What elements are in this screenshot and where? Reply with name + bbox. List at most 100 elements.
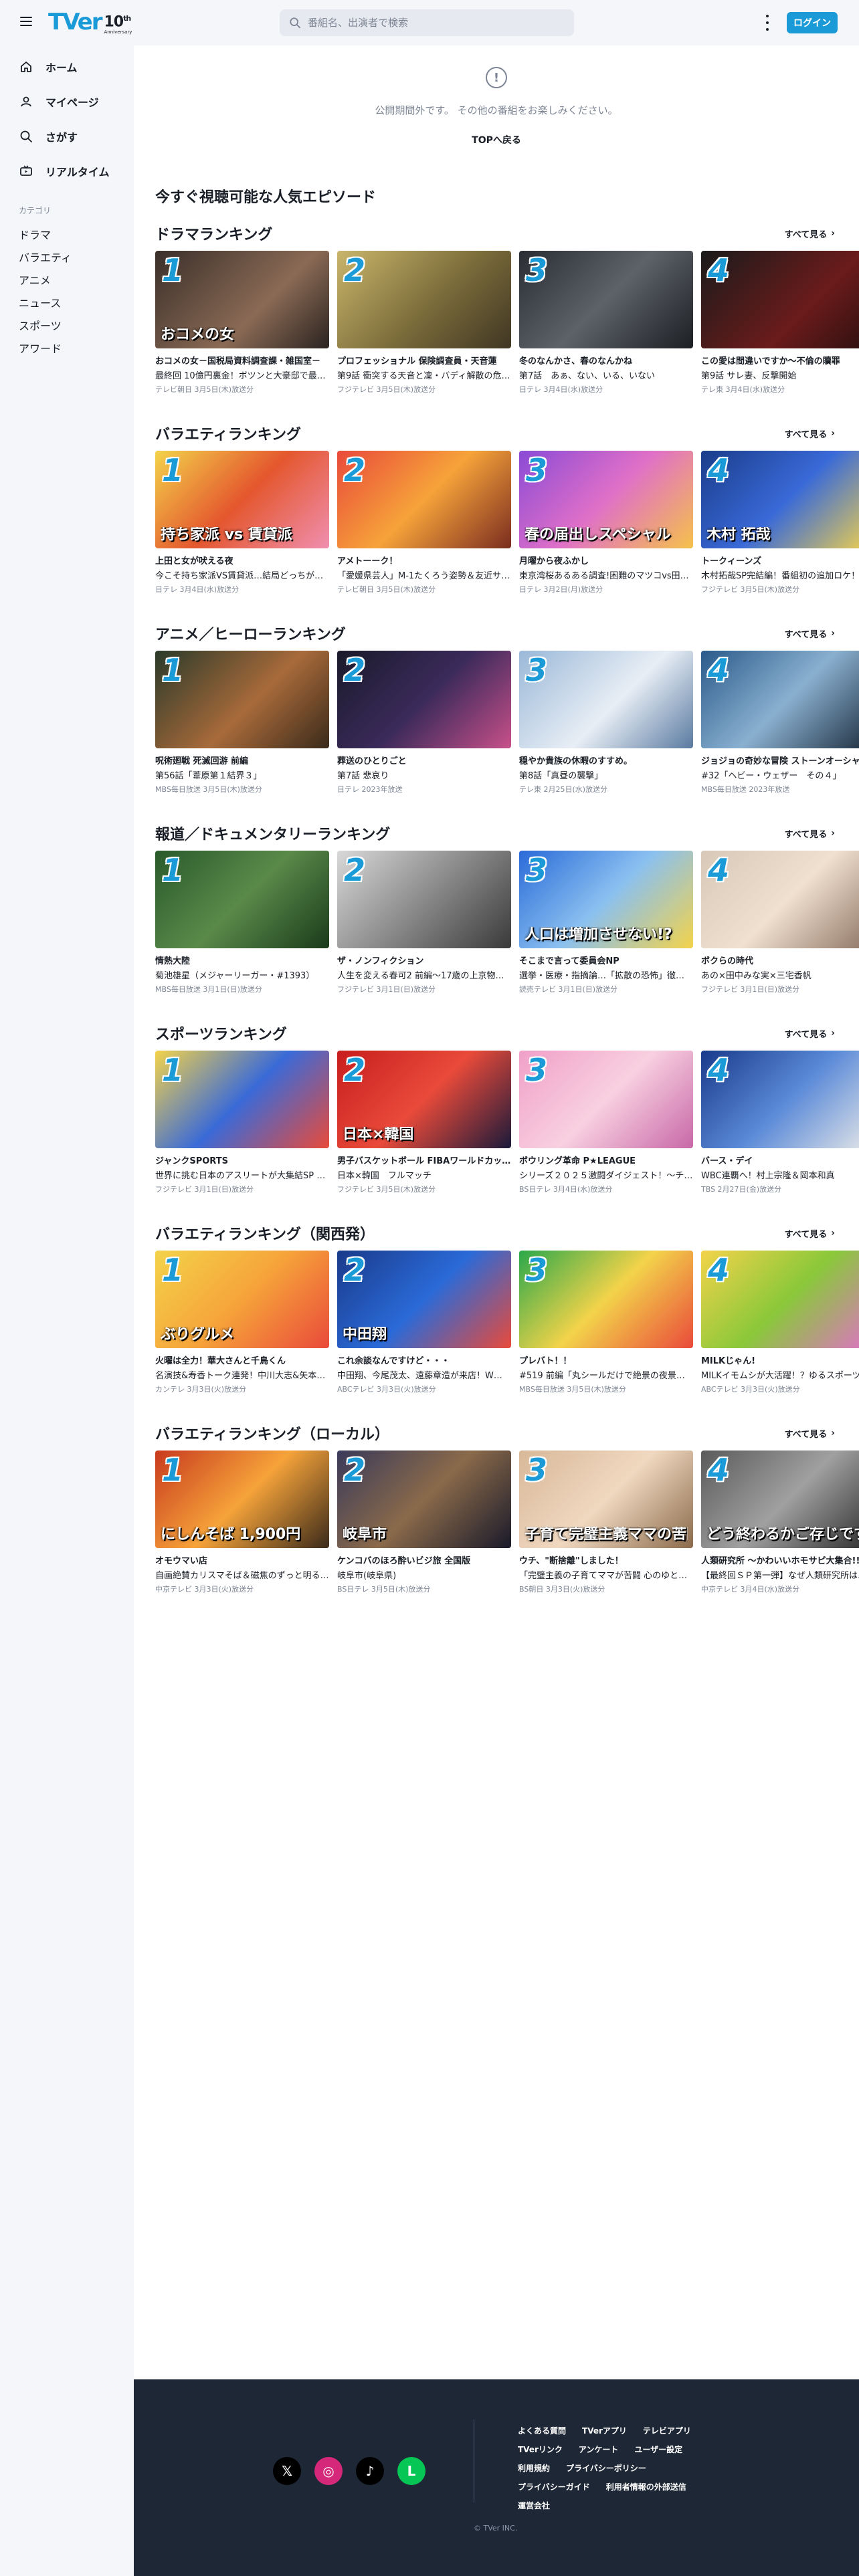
category-item-sports[interactable]: スポーツ xyxy=(0,314,134,336)
episode-card[interactable]: 2 岐阜市 ケンコバのほろ酔いビジ旅 全国版 岐阜市(岐阜県) BS日テレ 3月5日(木… xyxy=(337,1451,511,1594)
episode-card[interactable]: 3 春の届出しスペシャル 月曜から夜ふかし 東京湾桜あるある調査!困難のマツコvs田…… xyxy=(519,451,693,595)
episode-subtitle: #519 前編「丸シールだけで絶景の夜景… xyxy=(519,1371,685,1381)
tiktok-icon[interactable]: ♪ xyxy=(356,2457,384,2485)
ranking-section: バラエティランキング（関西発） すべて見る › 1 ぶりグルメ 火曜は全力！華大さんと千鳥… xyxy=(134,1221,859,1394)
episode-card[interactable]: 2 葬送のひとりごと 第7話 悲哀り 日テレ 2023年放送 xyxy=(337,651,511,794)
menu-icon[interactable] xyxy=(20,17,32,26)
footer-link[interactable]: テレビアプリ xyxy=(643,2425,691,2436)
episode-thumbnail[interactable]: 2 xyxy=(337,251,511,348)
category-item-anime[interactable]: アニメ xyxy=(0,268,134,291)
episode-card[interactable]: 3 穏やか貴族の休暇のすすめ。 第8話「真昼の襲撃」 テレ東 2月25日(水)放送分 xyxy=(519,651,693,794)
episode-card[interactable]: 1 呪術廻戦 死滅回游 前編 第56話「葦原第１結界３」 MBS毎日放送 3月5日(木… xyxy=(155,651,329,794)
episode-card[interactable]: 1 にしんそば 1,900円 オモウマい店 自画絶賛カリスマそば＆磁焦のずっと明る… 中… xyxy=(155,1451,329,1594)
footer-link[interactable]: よくある質問 xyxy=(518,2425,566,2436)
see-all-link[interactable]: すべて見る › xyxy=(785,627,835,640)
episode-thumbnail[interactable]: 4 どう終わるかご存じですか xyxy=(701,1451,859,1548)
episode-meta: TBS 2月27日(金)放送分 xyxy=(701,1185,782,1194)
episode-card[interactable]: 4 木村 拓哉 トークィーンズ 木村拓哉SP完結編！番組初の追加ロケ！… フジテレビ 3… xyxy=(701,451,859,595)
episode-thumbnail[interactable]: 4 xyxy=(701,851,859,948)
see-all-link[interactable]: すべて見る › xyxy=(785,827,835,840)
episode-thumbnail[interactable]: 3 xyxy=(519,1051,693,1148)
tver-logo[interactable]: TVer 10th Anniversary xyxy=(48,9,132,35)
see-all-link[interactable]: すべて見る › xyxy=(785,1027,835,1040)
instagram-icon[interactable]: ◎ xyxy=(314,2457,343,2485)
episode-card[interactable]: 2 中田翔 これ余談なんですけど・・・ 中田翔、今尾茂太、遠藤章造が来店！W… ABCテ… xyxy=(337,1251,511,1394)
episode-card[interactable]: 3 プレバト！！ #519 前編「丸シールだけで絶景の夜景… MBS毎日放送 3月5日… xyxy=(519,1251,693,1394)
episode-thumbnail[interactable]: 4 木村 拓哉 xyxy=(701,451,859,548)
episode-card[interactable]: 4 どう終わるかご存じですか人類研究所 ～かわいいホモサピ大集合!!～ 【最終回ＳＰ… xyxy=(701,1451,859,1594)
see-all-link[interactable]: すべて見る › xyxy=(785,1227,835,1240)
episode-card[interactable]: 3 人口は増加させない!? そこまで言って委員会NP 選挙・医療・指摘論…「拡散の恐怖… xyxy=(519,851,693,994)
episode-card[interactable]: 3 冬のなんかさ、春のなんかね 第7話 あぁ、ない、いる、いない 日テレ 3月4日(水… xyxy=(519,251,693,395)
episode-thumbnail[interactable]: 1 おコメの女 xyxy=(155,251,329,348)
footer-link[interactable]: プライバシーポリシー xyxy=(566,2462,646,2474)
login-button[interactable]: ログイン xyxy=(787,12,838,33)
episode-thumbnail[interactable]: 2 xyxy=(337,851,511,948)
episode-thumbnail[interactable]: 1 ぶりグルメ xyxy=(155,1251,329,1348)
episode-thumbnail[interactable]: 2 日本×韓国 xyxy=(337,1051,511,1148)
footer-link[interactable]: アンケート xyxy=(579,2444,619,2455)
episode-card[interactable]: 2 プロフェッショナル 保険調査員・天音蓮 第9話 衝突する天音と凜・バディ解散の危… xyxy=(337,251,511,395)
episode-card[interactable]: 1 ぶりグルメ 火曜は全力！華大さんと千鳥くん 名演技&寿香トーク連発！中川大志&矢本… xyxy=(155,1251,329,1394)
episode-card[interactable]: 4 ジョジョの奇妙な冒険 ストーンオーシャン #32「ヘビー・ウェザー その４」 MB… xyxy=(701,651,859,794)
back-to-top-link[interactable]: TOPへ戻る xyxy=(472,133,521,146)
footer-link[interactable]: 利用者情報の外部送信 xyxy=(606,2481,686,2492)
rank-number: 1 xyxy=(162,852,184,888)
episode-thumbnail[interactable]: 2 xyxy=(337,451,511,548)
episode-thumbnail[interactable]: 3 人口は増加させない!? xyxy=(519,851,693,948)
episode-card[interactable]: 1 情熱大陸 菊池雄星（メジャーリーガー・#1393） MBS毎日放送 3月1日(日)… xyxy=(155,851,329,994)
x-icon[interactable]: 𝕏 xyxy=(273,2457,301,2485)
episode-thumbnail[interactable]: 1 持ち家派 vs 賃貸派 xyxy=(155,451,329,548)
episode-card[interactable]: 4 MILKじゃん! MILKイモムシが大活躍！？ゆるスポーツ… ABCテレビ 3月3… xyxy=(701,1251,859,1394)
see-all-link[interactable]: すべて見る › xyxy=(785,427,835,440)
more-menu-icon[interactable] xyxy=(763,15,772,31)
footer-link[interactable]: ユーザー設定 xyxy=(634,2444,682,2455)
line-icon[interactable]: L xyxy=(397,2457,425,2485)
sidebar-item-mypage[interactable]: マイページ xyxy=(0,84,134,119)
episode-thumbnail[interactable]: 1 xyxy=(155,651,329,748)
episode-card[interactable]: 3 ボウリング革命 P★LEAGUE シリーズ２０２５激闘ダイジェスト！～チ… BS日… xyxy=(519,1051,693,1194)
see-all-link[interactable]: すべて見る › xyxy=(785,1427,835,1440)
episode-thumbnail[interactable]: 3 xyxy=(519,1251,693,1348)
episode-card[interactable]: 2 ザ・ノンフィクション 人生を変える春可2 前編～17歳の上京物… フジテレビ 3月… xyxy=(337,851,511,994)
episode-thumbnail[interactable]: 2 岐阜市 xyxy=(337,1451,511,1548)
episode-card[interactable]: 1 持ち家派 vs 賃貸派 上田と女が吠える夜 今こそ持ち家派VS賃貸派…結局どっちが… xyxy=(155,451,329,595)
episode-thumbnail[interactable]: 1 xyxy=(155,851,329,948)
search-input[interactable] xyxy=(308,17,562,29)
episode-thumbnail[interactable]: 4 xyxy=(701,1051,859,1148)
episode-thumbnail[interactable]: 2 中田翔 xyxy=(337,1251,511,1348)
episode-card[interactable]: 1 ジャンクSPORTS 世界に挑む日本のアスリートが大集結SP … フジテレビ 3月… xyxy=(155,1051,329,1194)
sidebar-item-realtime[interactable]: リアルタイム xyxy=(0,154,134,189)
sidebar-item-search[interactable]: さがす xyxy=(0,119,134,154)
episode-card[interactable]: 4 バース・デイ WBC連覇へ！村上宗隆＆岡本和真 TBS 2月27日(金)放送分 xyxy=(701,1051,859,1194)
episode-thumbnail[interactable]: 3 xyxy=(519,251,693,348)
episode-card[interactable]: 2 アメトーーク！ 「愛媛県芸人」M-1たくろう姿勢＆友近サ… テレビ朝日 3月5日(… xyxy=(337,451,511,595)
episode-card[interactable]: 1 おコメの女 おコメの女－国税局資料調査課・雑国室－ 最終回 10億円裏金！ボツンと… xyxy=(155,251,329,395)
episode-thumbnail[interactable]: 1 xyxy=(155,1051,329,1148)
category-item-variety[interactable]: バラエティ xyxy=(0,245,134,268)
episode-card[interactable]: 3 子育て完璧主義ママの苦闘 ウチ、"断捨離"しました！ 「完璧主義の子育てママが苦闘… xyxy=(519,1451,693,1594)
category-item-drama[interactable]: ドラマ xyxy=(0,223,134,245)
footer-link[interactable]: 運営会社 xyxy=(518,2500,550,2511)
episode-thumbnail[interactable]: 4 xyxy=(701,1251,859,1348)
footer-link[interactable]: TVerリンク xyxy=(518,2444,563,2455)
episode-thumbnail[interactable]: 3 子育て完璧主義ママの苦闘 xyxy=(519,1451,693,1548)
sidebar-item-home[interactable]: ホーム xyxy=(0,49,134,84)
category-item-award[interactable]: アワード xyxy=(0,336,134,359)
category-item-news[interactable]: ニュース xyxy=(0,291,134,314)
episode-thumbnail[interactable]: 3 春の届出しスペシャル xyxy=(519,451,693,548)
episode-card[interactable]: 4 この愛は間違いですか～不倫の贖罪 第9話 サレ妻、反撃開始 テレ東 3月4日(水)… xyxy=(701,251,859,395)
episode-thumbnail[interactable]: 1 にしんそば 1,900円 xyxy=(155,1451,329,1548)
see-all-link[interactable]: すべて見る › xyxy=(785,227,835,240)
episode-thumbnail[interactable]: 4 xyxy=(701,251,859,348)
footer-link[interactable]: TVerアプリ xyxy=(582,2425,627,2436)
footer-link[interactable]: プライバシーガイド xyxy=(518,2481,590,2492)
footer-link[interactable]: 利用規約 xyxy=(518,2462,550,2474)
episode-card[interactable]: 4 ボクらの時代 あの×田中みな実×三宅香帆 フジテレビ 3月1日(日)放送分 xyxy=(701,851,859,994)
episode-thumbnail[interactable]: 4 xyxy=(701,651,859,748)
episode-thumbnail[interactable]: 3 xyxy=(519,651,693,748)
anniversary-label: Anniversary xyxy=(104,29,132,35)
episode-thumbnail[interactable]: 2 xyxy=(337,651,511,748)
episode-card[interactable]: 2 日本×韓国 男子バスケットボール FIBAワールドカッ… 日本×韓国 フルマッチフ… xyxy=(337,1051,511,1194)
search-bar[interactable] xyxy=(280,9,574,36)
